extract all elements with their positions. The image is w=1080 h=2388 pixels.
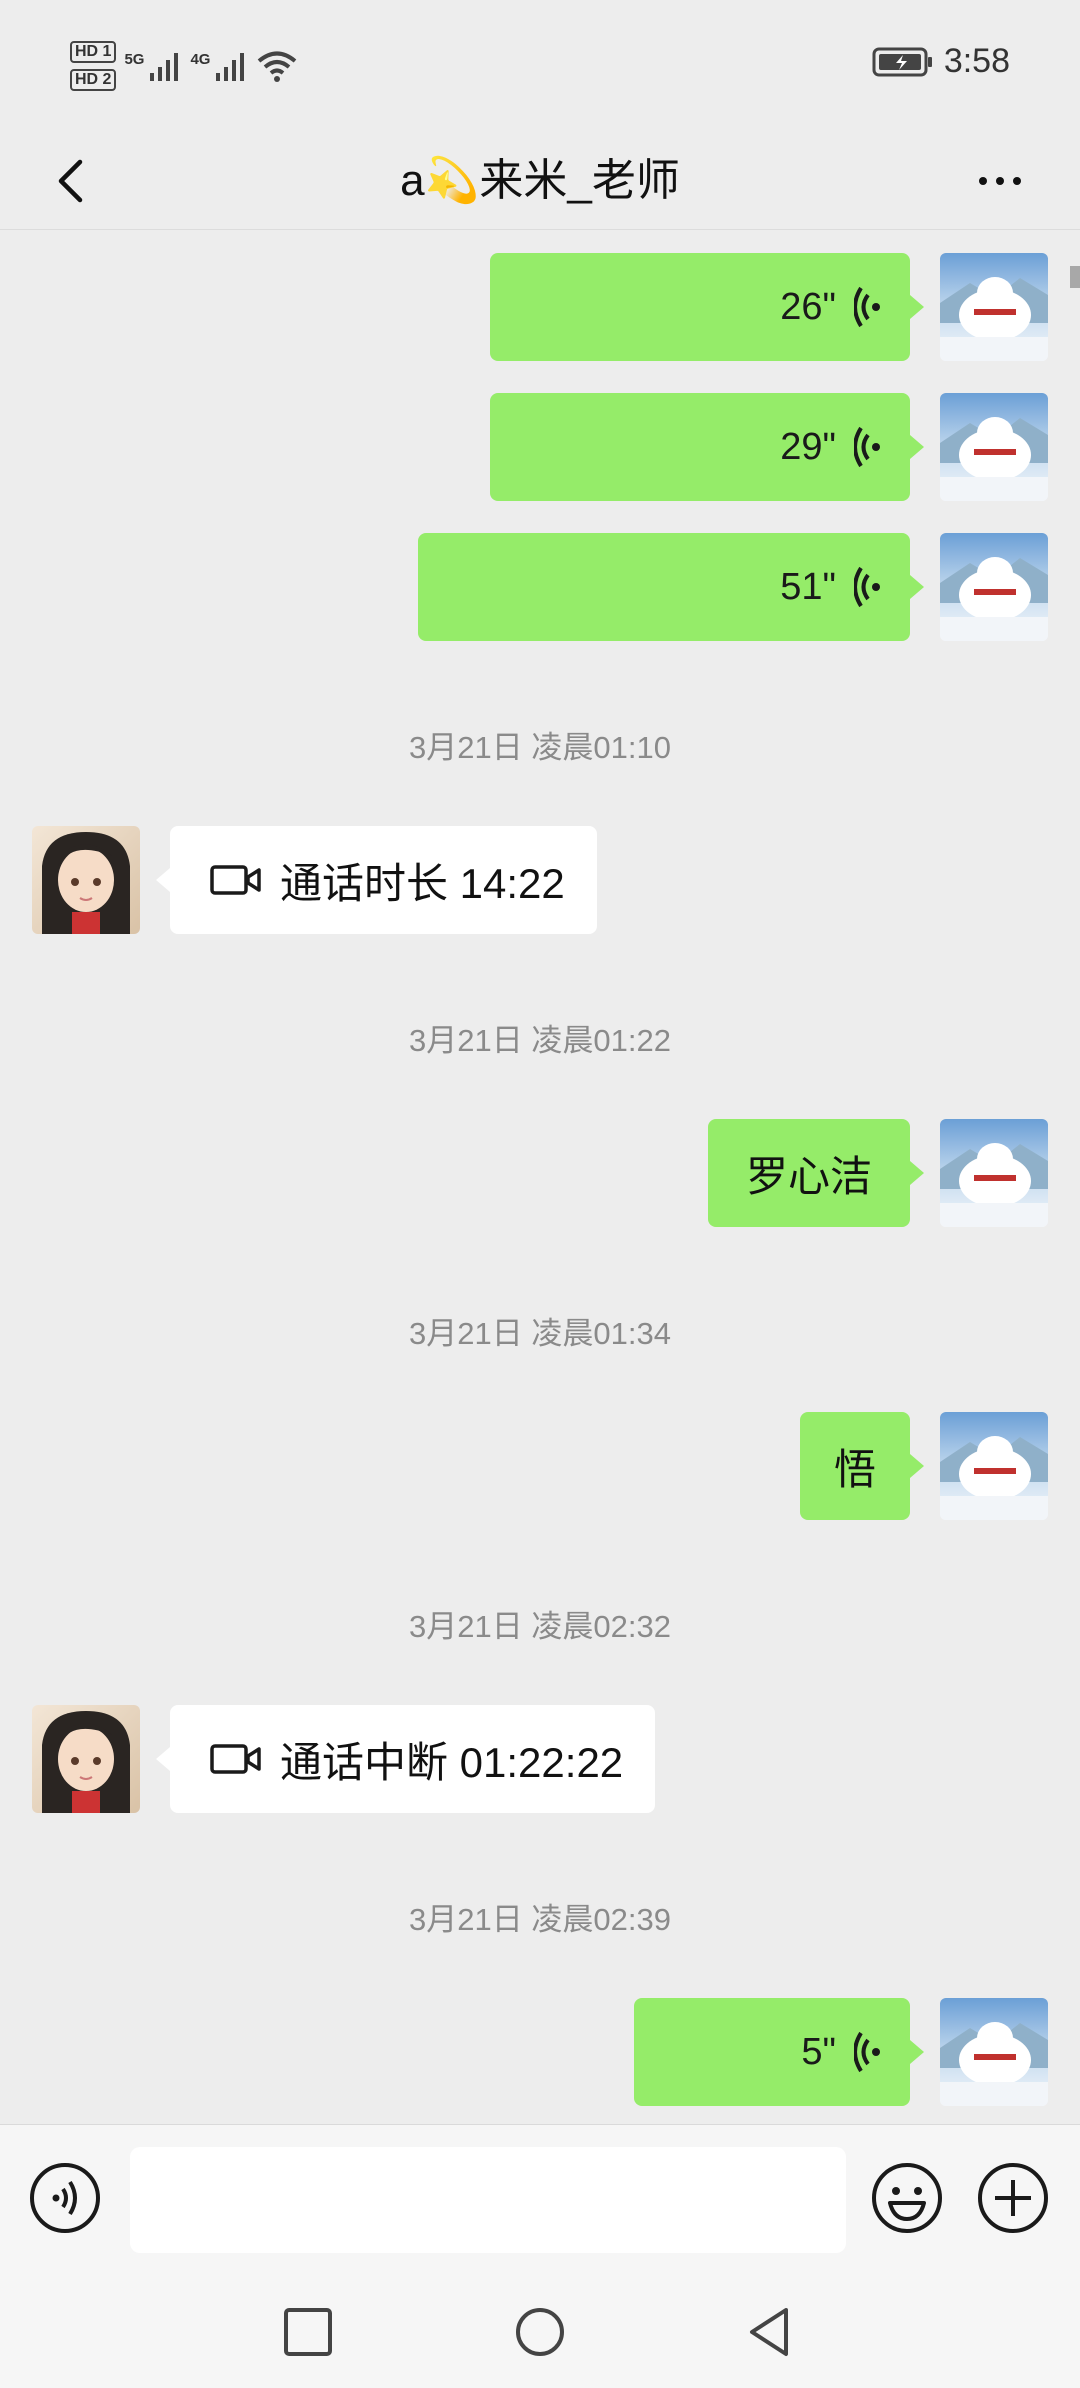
- hd1-badge: HD 1: [70, 41, 117, 63]
- text-message-bubble[interactable]: 罗心洁: [708, 1119, 924, 1227]
- circle-icon: [516, 2308, 564, 2356]
- smiley-icon: [872, 2163, 942, 2233]
- voice-message-bubble[interactable]: 29": [490, 393, 924, 501]
- contact-avatar[interactable]: [32, 1705, 140, 1813]
- status-right: 3:58: [872, 42, 1010, 81]
- message-row: 罗心洁: [0, 1119, 1080, 1227]
- more-dot: [1013, 177, 1021, 185]
- self-avatar[interactable]: [940, 533, 1048, 641]
- hd2-badge: HD 2: [70, 69, 117, 91]
- voice-duration: 5": [801, 2030, 836, 2073]
- message-timestamp: 3月21日 凌晨02:39: [409, 1902, 671, 1937]
- self-avatar[interactable]: [940, 1998, 1048, 2106]
- message-text: 罗心洁: [745, 1152, 872, 1200]
- message-row: 5": [0, 1998, 1080, 2106]
- message-timestamp: 3月21日 凌晨01:10: [409, 730, 671, 765]
- message-row: 51": [0, 533, 1080, 641]
- more-button[interactable]: [960, 148, 1040, 214]
- voice-message-bubble[interactable]: 51": [418, 533, 924, 641]
- network-5g-label: 5G: [124, 50, 145, 68]
- message-input[interactable]: [130, 2147, 846, 2253]
- header-divider: [0, 229, 1080, 230]
- self-avatar[interactable]: [940, 1119, 1048, 1227]
- self-avatar[interactable]: [940, 253, 1048, 361]
- more-functions-button[interactable]: [976, 2161, 1050, 2235]
- recent-apps-button[interactable]: [280, 2304, 336, 2360]
- video-call-message-bubble[interactable]: 通话中断 01:22:22: [155, 1705, 656, 1813]
- signal-icon: [216, 53, 245, 81]
- video-call-icon: [210, 865, 261, 895]
- contact-avatar[interactable]: [32, 826, 140, 934]
- square-icon: [284, 2308, 332, 2356]
- video-call-icon: [210, 1744, 261, 1774]
- voice-wave-icon: [854, 286, 880, 328]
- back-nav-button[interactable]: [742, 2304, 798, 2360]
- voice-wave-icon: [854, 566, 880, 608]
- voice-duration: 26": [780, 285, 836, 328]
- emoji-button[interactable]: [870, 2161, 944, 2235]
- message-row: 通话中断 01:22:22: [0, 1705, 1080, 1813]
- voice-duration: 51": [780, 565, 836, 608]
- voice-message-bubble[interactable]: 5": [634, 1998, 924, 2106]
- video-call-message-bubble[interactable]: 通话时长 14:22: [156, 826, 597, 934]
- text-message-bubble[interactable]: 悟: [800, 1412, 924, 1520]
- clock: 3:58: [943, 42, 1010, 80]
- home-button[interactable]: [512, 2304, 568, 2360]
- message-timestamp: 3月21日 凌晨01:22: [409, 1023, 671, 1058]
- message-row: 29": [0, 393, 1080, 501]
- input-bar: [0, 2124, 1080, 2275]
- signal-indicators: HD 1 HD 2 5G 4G: [70, 36, 298, 96]
- system-navigation-bar: [0, 2274, 1080, 2388]
- more-dot: [996, 177, 1004, 185]
- signal-icon: [150, 53, 179, 81]
- self-avatar[interactable]: [940, 393, 1048, 501]
- message-row: 通话时长 14:22: [0, 826, 1080, 934]
- message-text: 悟: [833, 1445, 876, 1493]
- call-duration-text: 通话中断 01:22:22: [280, 1738, 624, 1786]
- voice-icon: [30, 2163, 100, 2233]
- plus-icon: [978, 2163, 1048, 2233]
- message-timestamp: 3月21日 凌晨01:34: [409, 1316, 671, 1351]
- network-4g-label: 4G: [190, 50, 211, 68]
- self-avatar[interactable]: [940, 1412, 1048, 1520]
- message-timestamp: 3月21日 凌晨02:32: [409, 1609, 671, 1644]
- message-row: 26": [0, 253, 1080, 361]
- voice-message-bubble[interactable]: 26": [490, 253, 924, 361]
- chat-title: a💫来米_老师: [400, 156, 680, 205]
- call-duration-text: 通话时长 14:22: [280, 859, 565, 907]
- battery-icon: [872, 47, 932, 76]
- chat-header: a💫来米_老师: [0, 130, 1080, 230]
- voice-wave-icon: [854, 2031, 880, 2073]
- voice-duration: 29": [780, 425, 836, 468]
- wifi-icon: [258, 51, 297, 82]
- status-bar: HD 1 HD 2 5G 4G 3:58: [0, 0, 1080, 130]
- triangle-back-icon: [750, 2308, 788, 2356]
- voice-input-button[interactable]: [28, 2161, 102, 2235]
- voice-wave-icon: [854, 426, 880, 468]
- more-dots-icon: [979, 177, 987, 185]
- message-row: 悟: [0, 1412, 1080, 1520]
